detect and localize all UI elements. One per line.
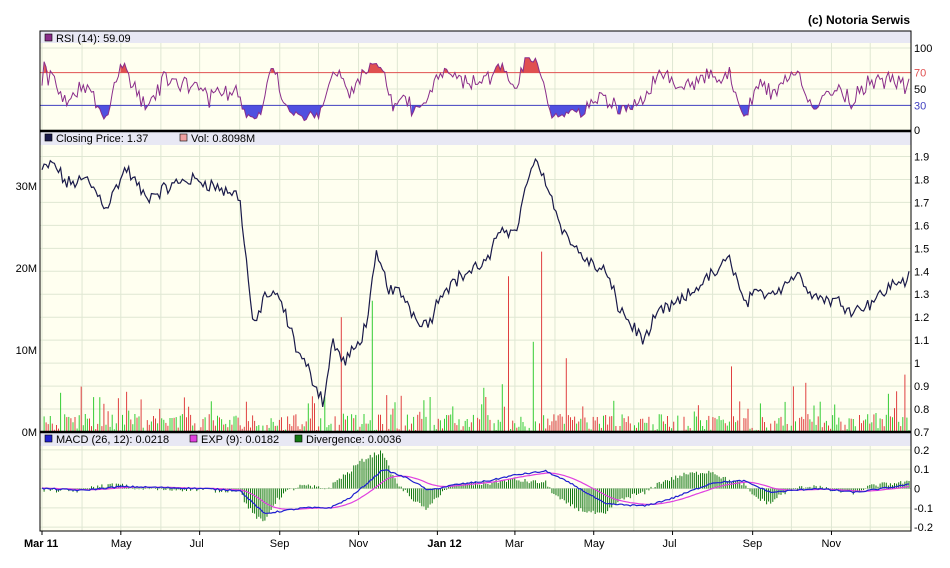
legend-swatch — [44, 133, 53, 142]
legend-swatch — [44, 33, 53, 42]
x-axis-tick-label: Jul — [190, 538, 204, 550]
rsi-plot-area — [40, 43, 911, 131]
volume-y-tick-label: 10M — [16, 345, 37, 357]
x-axis-tick-label: Sep — [743, 538, 763, 550]
x-axis-tick-label: Mar 11 — [24, 538, 58, 550]
price-y-tick-label: 1 — [914, 358, 920, 370]
price-y-tick-label: 0.7 — [914, 427, 929, 439]
stock-chart-widget: (c) Notoria Serwis 100 70 50 30 0 1.9 1.8 1.7 1.… — [0, 0, 950, 563]
macd-legend-bar — [40, 432, 911, 446]
price-y-tick-label: 1.8 — [914, 174, 929, 186]
price-y-tick-label: 1.5 — [914, 243, 929, 255]
price-y-tick-label: 1.4 — [914, 266, 929, 278]
rsi-y-tick-label: 0 — [914, 125, 920, 137]
x-axis-tick-label: May — [111, 538, 132, 550]
legend-swatch — [294, 434, 303, 443]
chart-canvas: 100 70 50 30 0 1.9 1.8 1.7 1.6 1.5 1.4 1.3 1.2 1.1 1 0.… — [16, 30, 933, 550]
legend-label: Divergence: 0.0036 — [306, 434, 401, 446]
rsi-y-tick-label: 50 — [914, 84, 926, 96]
x-axis-tick-label: Nov — [821, 538, 841, 550]
price-y-tick-label: 1.1 — [914, 335, 929, 347]
volume-y-tick-label: 30M — [16, 181, 37, 193]
x-axis-tick-label: Nov — [349, 538, 369, 550]
price-y-tick-label: 0.8 — [914, 404, 929, 416]
macd-y-tick-label: 0.2 — [914, 445, 929, 457]
macd-y-tick-label: 0.1 — [914, 464, 929, 476]
legend-swatch — [189, 434, 198, 443]
price-y-tick-label: 1.2 — [914, 312, 929, 324]
x-axis-tick-label: Jul — [663, 538, 677, 550]
legend-label: Vol: 0.8098M — [191, 133, 255, 145]
legend-swatch — [44, 434, 53, 443]
x-axis-tick-label: Jan 12 — [427, 538, 461, 550]
price-y-tick-label: 1.6 — [914, 220, 929, 232]
macd-y-tick-label: -0.1 — [914, 503, 933, 515]
rsi-y-tick-label: 30 — [914, 100, 926, 112]
price-y-tick-label: 1.7 — [914, 197, 929, 209]
macd-y-tick-label: -0.2 — [914, 522, 933, 534]
macd-y-tick-label: 0 — [914, 484, 920, 496]
price-legend-bar — [40, 131, 911, 145]
legend-label: Closing Price: 1.37 — [56, 133, 148, 145]
legend-swatch — [179, 133, 188, 142]
legend-label: MACD (26, 12): 0.0218 — [56, 434, 169, 446]
price-y-tick-label: 0.9 — [914, 381, 929, 393]
x-axis-tick-label: Sep — [270, 538, 290, 550]
rsi-y-tick-label: 100 — [914, 43, 932, 55]
rsi-y-tick-label: 70 — [914, 68, 926, 80]
volume-y-tick-label: 20M — [16, 263, 37, 275]
rsi-legend-bar — [40, 31, 911, 43]
legend-label: RSI (14): 59.09 — [56, 33, 131, 45]
price-y-tick-label: 1.3 — [914, 289, 929, 301]
copyright-notice: (c) Notoria Serwis — [807, 13, 910, 27]
x-axis-tick-label: Mar — [505, 538, 524, 550]
legend-label: EXP (9): 0.0182 — [201, 434, 279, 446]
price-y-tick-label: 1.9 — [914, 151, 929, 163]
volume-y-tick-label: 0M — [22, 427, 37, 439]
x-axis-tick-label: May — [584, 538, 605, 550]
